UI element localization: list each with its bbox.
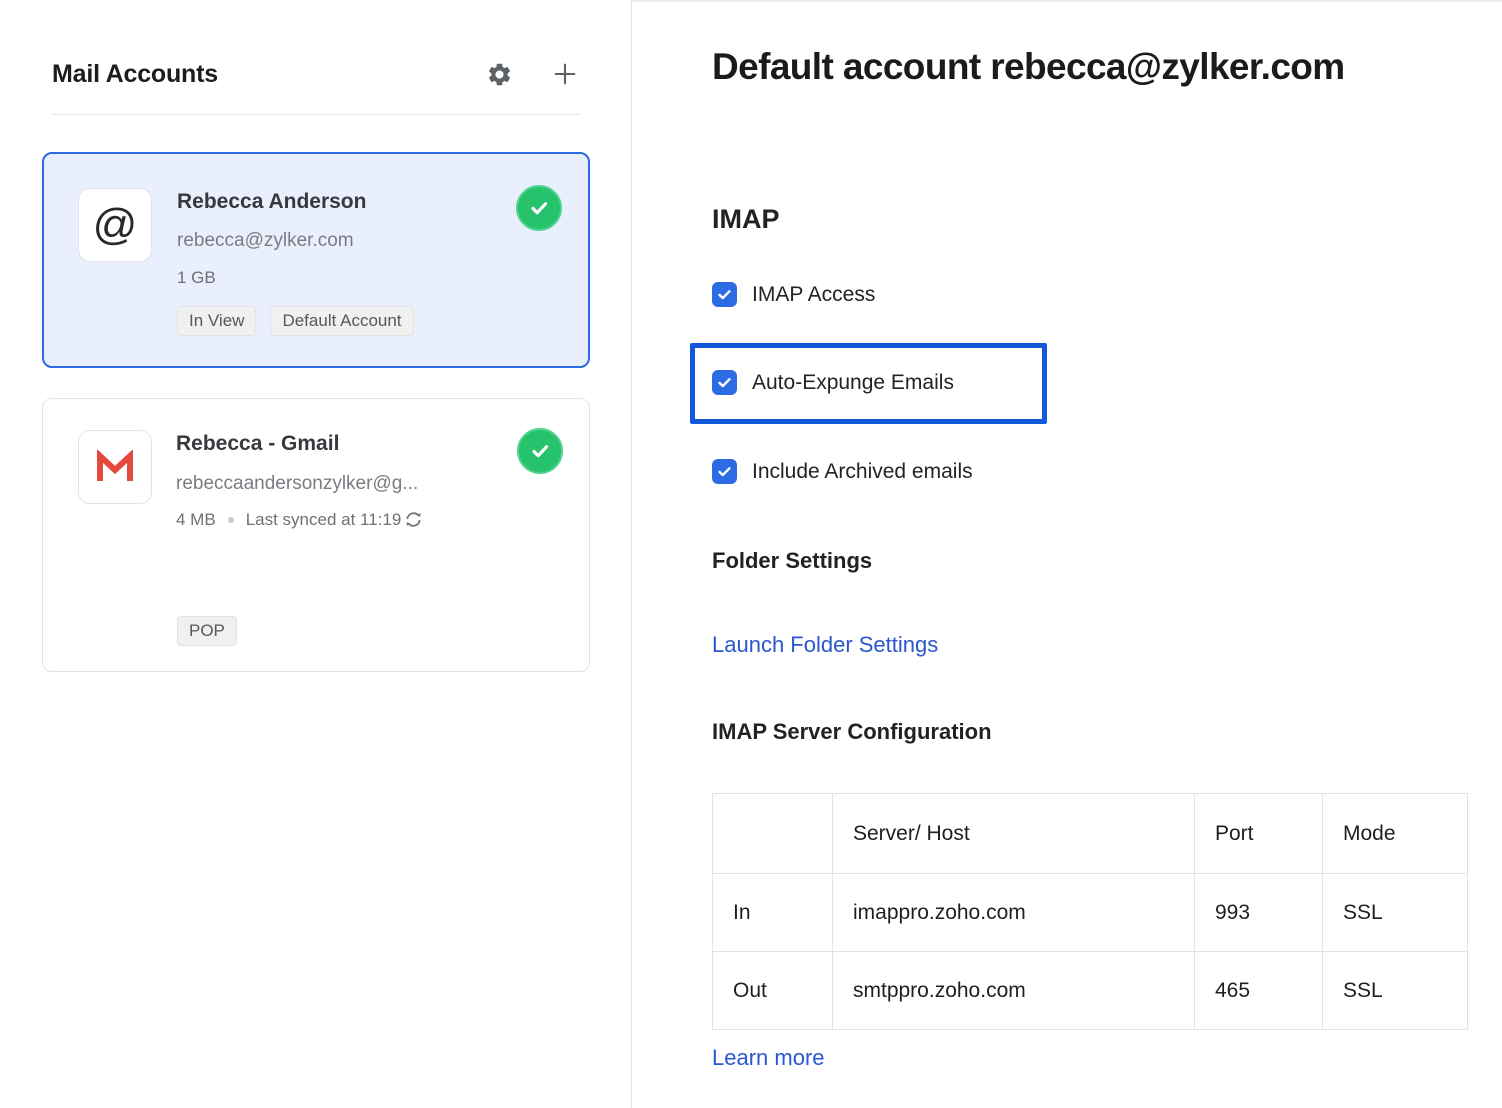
check-icon bbox=[527, 196, 551, 220]
mail-settings-page: { "sidebar": { "title": "Mail Accounts",… bbox=[0, 0, 1502, 1108]
imap-access-label: IMAP Access bbox=[752, 283, 875, 307]
checkbox-checked-icon[interactable] bbox=[712, 370, 737, 395]
imap-section-heading: IMAP bbox=[712, 204, 780, 235]
page-title: Default account rebecca@zylker.com bbox=[712, 46, 1345, 88]
imap-server-config-heading: IMAP Server Configuration bbox=[712, 719, 992, 745]
default-account-badge: Default Account bbox=[270, 306, 413, 336]
imap-access-row[interactable]: IMAP Access bbox=[712, 282, 875, 307]
mail-accounts-sidebar: Mail Accounts @ Rebecca Anderson rebecca… bbox=[0, 0, 632, 1108]
account-meta: 4 MB Last synced at 11:19 bbox=[176, 509, 424, 530]
account-email: rebeccaandersonzylker@g... bbox=[176, 473, 418, 495]
account-badges: In View Default Account bbox=[177, 306, 414, 336]
header-empty bbox=[713, 794, 833, 874]
cell-mode: SSL bbox=[1323, 874, 1468, 952]
add-account-button[interactable] bbox=[550, 59, 580, 89]
cell-server: imappro.zoho.com bbox=[833, 874, 1195, 952]
at-icon: @ bbox=[93, 203, 138, 247]
check-icon bbox=[528, 439, 552, 463]
cell-server: smtppro.zoho.com bbox=[833, 952, 1195, 1030]
gmail-icon bbox=[95, 450, 135, 484]
account-active-toggle[interactable] bbox=[517, 428, 563, 474]
sidebar-header: Mail Accounts bbox=[52, 56, 580, 92]
table-row-incoming: In imappro.zoho.com 993 SSL bbox=[713, 874, 1468, 952]
account-email: rebecca@zylker.com bbox=[177, 230, 354, 252]
cell-direction: In bbox=[713, 874, 833, 952]
account-storage: 1 GB bbox=[177, 268, 216, 288]
account-avatar: @ bbox=[78, 188, 152, 262]
header-mode: Mode bbox=[1323, 794, 1468, 874]
account-name: Rebecca Anderson bbox=[177, 190, 366, 214]
folder-settings-heading: Folder Settings bbox=[712, 548, 872, 574]
in-view-badge: In View bbox=[177, 306, 256, 336]
server-config-table: Server/ Host Port Mode In imappro.zoho.c… bbox=[712, 793, 1468, 1030]
account-settings-panel: Default account rebecca@zylker.com IMAP … bbox=[632, 0, 1502, 1108]
sync-refresh-icon[interactable] bbox=[403, 509, 424, 530]
checkbox-checked-icon[interactable] bbox=[712, 459, 737, 484]
account-name: Rebecca - Gmail bbox=[176, 432, 339, 456]
include-archived-label: Include Archived emails bbox=[752, 460, 973, 484]
cell-port: 465 bbox=[1195, 952, 1323, 1030]
dot-separator bbox=[228, 517, 234, 523]
cell-direction: Out bbox=[713, 952, 833, 1030]
include-archived-row[interactable]: Include Archived emails bbox=[712, 459, 973, 484]
account-card-rebecca-gmail[interactable]: Rebecca - Gmail rebeccaandersonzylker@g.… bbox=[42, 398, 590, 672]
settings-button[interactable] bbox=[484, 59, 514, 89]
account-storage: 4 MB bbox=[176, 510, 216, 530]
sidebar-divider bbox=[52, 114, 580, 115]
account-card-rebecca-zylker[interactable]: @ Rebecca Anderson rebecca@zylker.com 1 … bbox=[42, 152, 590, 368]
account-badges: POP bbox=[177, 616, 237, 646]
checkbox-checked-icon[interactable] bbox=[712, 282, 737, 307]
table-header-row: Server/ Host Port Mode bbox=[713, 794, 1468, 874]
pop-badge: POP bbox=[177, 616, 237, 646]
gear-icon bbox=[486, 61, 513, 88]
account-synced: Last synced at 11:19 bbox=[246, 510, 402, 530]
auto-expunge-row[interactable]: Auto-Expunge Emails bbox=[712, 370, 954, 395]
header-port: Port bbox=[1195, 794, 1323, 874]
account-avatar bbox=[78, 430, 152, 504]
launch-folder-settings-link[interactable]: Launch Folder Settings bbox=[712, 632, 938, 658]
cell-port: 993 bbox=[1195, 874, 1323, 952]
account-active-toggle[interactable] bbox=[516, 185, 562, 231]
sidebar-title: Mail Accounts bbox=[52, 60, 484, 89]
auto-expunge-label: Auto-Expunge Emails bbox=[752, 371, 954, 395]
header-server-host: Server/ Host bbox=[833, 794, 1195, 874]
plus-icon bbox=[551, 60, 579, 88]
cell-mode: SSL bbox=[1323, 952, 1468, 1030]
learn-more-link[interactable]: Learn more bbox=[712, 1045, 825, 1071]
table-row-outgoing: Out smtppro.zoho.com 465 SSL bbox=[713, 952, 1468, 1030]
